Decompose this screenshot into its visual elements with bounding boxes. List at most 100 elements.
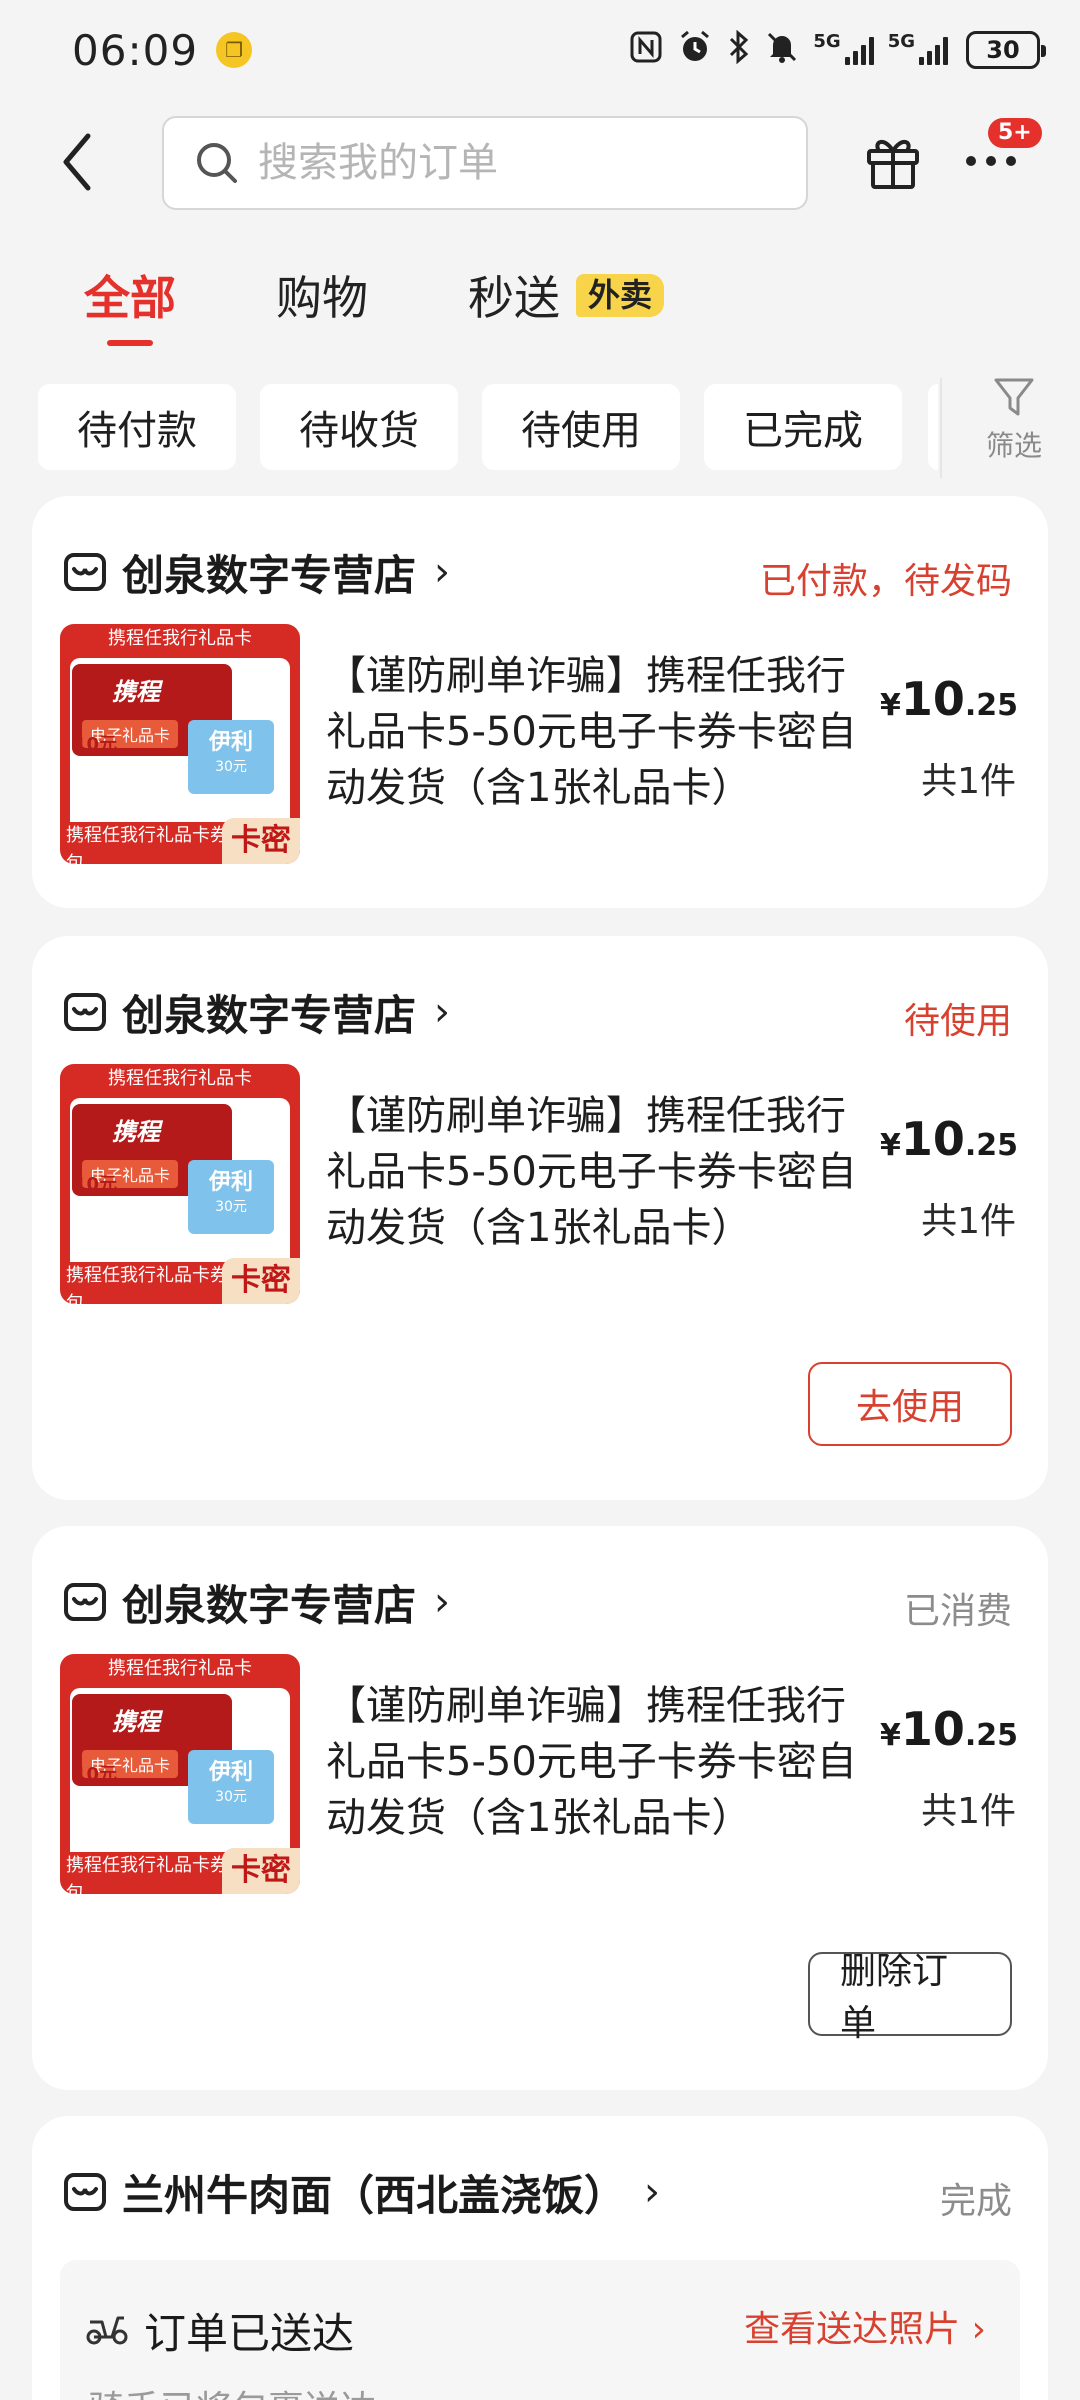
- price-decimal: .25: [964, 688, 1018, 723]
- chevron-right-icon: ›: [644, 2169, 661, 2215]
- search-input[interactable]: [258, 140, 778, 186]
- price-currency: ¥: [879, 1128, 901, 1163]
- more-dot-icon: [986, 156, 996, 166]
- thumb-voucher: 伊利 30元: [188, 1750, 274, 1824]
- gift-icon: [867, 140, 919, 189]
- signal-strength-2-icon: [919, 35, 948, 65]
- store-name: 创泉数字专营店: [122, 990, 417, 1040]
- filter-button[interactable]: 筛选: [966, 374, 1062, 484]
- order-card[interactable]: 创泉数字专营店 › 已消费 携程任我行礼品卡 携程 电子礼品卡 10元 伊利 3…: [32, 1526, 1048, 2090]
- takeout-badge: 外卖: [576, 274, 665, 318]
- order-status: 完成: [939, 2181, 1012, 2222]
- store-icon: [64, 553, 106, 591]
- thumb-brand: 携程: [112, 1118, 160, 1146]
- main-tabs: 全部 购物 秒送 外卖: [0, 252, 1080, 346]
- view-delivery-photo-link[interactable]: 查看送达照片 ›: [744, 2300, 986, 2352]
- filter-chip-overflow[interactable]: [928, 384, 938, 470]
- store-name: 创泉数字专营店: [122, 550, 417, 600]
- product-image[interactable]: 携程任我行礼品卡 携程 电子礼品卡 10元 伊利 30元 携程任我行礼品卡券包 …: [60, 1654, 300, 1894]
- search-icon: [197, 143, 237, 183]
- thumb-amount: 10元: [74, 1174, 118, 1195]
- back-button[interactable]: [48, 132, 108, 192]
- status-time: 06:09: [72, 25, 199, 75]
- thumb-voucher-sub: 30元: [215, 759, 247, 775]
- store-link[interactable]: 创泉数字专营店 ›: [62, 1574, 450, 1630]
- notification-count-badge: 5+: [988, 118, 1042, 148]
- tab-all[interactable]: 全部: [84, 262, 176, 346]
- order-card[interactable]: 创泉数字专营店 › 已付款，待发码 携程任我行礼品卡 携程 电子礼品卡 10元 …: [32, 496, 1048, 908]
- filter-chip-pending-payment[interactable]: 待付款: [38, 384, 236, 470]
- price-integer: 10: [900, 1112, 965, 1166]
- price-currency: ¥: [879, 688, 901, 723]
- more-dot-icon: [1006, 156, 1016, 166]
- thumb-voucher-sub: 30元: [215, 1789, 247, 1805]
- item-quantity: 共1件: [921, 1791, 1016, 1832]
- divider: [940, 378, 942, 478]
- delivery-status-box[interactable]: 订单已送达 查看送达照片 › 骑手已将包裹送达: [60, 2260, 1020, 2400]
- thumb-voucher: 伊利 30元: [188, 720, 274, 794]
- thumb-bottom-text: 携程任我行礼品卡券包: [60, 1262, 230, 1304]
- alarm-icon: [677, 29, 713, 71]
- store-icon: [64, 993, 106, 1031]
- price-integer: 10: [900, 672, 965, 726]
- thumb-brand: 携程: [112, 678, 160, 706]
- thumb-top-text: 携程任我行礼品卡: [108, 1658, 252, 1679]
- product-image[interactable]: 携程任我行礼品卡 携程 电子礼品卡 10元 伊利 30元 携程任我行礼品卡券包 …: [60, 1064, 300, 1304]
- price-decimal: .25: [964, 1718, 1018, 1753]
- store-link[interactable]: 创泉数字专营店 ›: [62, 544, 450, 600]
- tab-label: 购物: [276, 271, 368, 325]
- chevron-right-icon: ›: [434, 989, 451, 1035]
- price-integer: 10: [900, 1702, 965, 1756]
- app-notification-icon: ❐: [216, 32, 253, 68]
- nfc-icon: [629, 30, 663, 70]
- order-status: 已付款，待发码: [759, 561, 1012, 602]
- delivery-title: 订单已送达: [144, 2309, 355, 2358]
- order-card[interactable]: 创泉数字专营店 › 待使用 携程任我行礼品卡 携程 电子礼品卡 10元 伊利 3…: [32, 936, 1048, 1500]
- thumb-top-text: 携程任我行礼品卡: [108, 628, 252, 649]
- thumb-voucher: 伊利 30元: [188, 1160, 274, 1234]
- tab-instant-delivery[interactable]: 秒送: [468, 262, 560, 328]
- delete-order-button[interactable]: 删除订单: [808, 1951, 1012, 2044]
- product-title[interactable]: 【谨防刷单诈骗】携程任我行礼品卡5-50元电子卡券卡密自动发货（含1张礼品卡）: [326, 1088, 866, 1256]
- product-image[interactable]: 携程任我行礼品卡 携程 电子礼品卡 10元 伊利 30元 携程任我行礼品卡券包 …: [60, 624, 300, 864]
- back-arrow-icon: [63, 133, 91, 191]
- thumb-voucher-title: 伊利: [208, 1170, 253, 1195]
- filter-chip-pending-receipt[interactable]: 待收货: [260, 384, 458, 470]
- signal-strength-1-icon: [844, 35, 874, 65]
- tab-label: 全部: [84, 271, 176, 325]
- delivery-subtitle: 骑手已将包裹送达: [88, 2380, 376, 2400]
- filter-chip-completed[interactable]: 已完成: [704, 384, 902, 470]
- thumb-voucher-title: 伊利: [208, 730, 253, 755]
- scooter-icon: [86, 2316, 128, 2345]
- thumb-corner-label: 卡密: [222, 1258, 300, 1304]
- store-name: 创泉数字专营店: [122, 1580, 417, 1630]
- store-link[interactable]: 兰州牛肉面（西北盖浇饭） ›: [62, 2164, 660, 2220]
- item-quantity: 共1件: [921, 1201, 1016, 1242]
- item-quantity: 共1件: [921, 761, 1016, 802]
- use-button[interactable]: 去使用: [808, 1362, 1012, 1446]
- thumb-corner-label: 卡密: [222, 1848, 300, 1894]
- search-bar[interactable]: [162, 116, 808, 210]
- thumb-corner-label: 卡密: [222, 818, 300, 864]
- order-card[interactable]: 兰州牛肉面（西北盖浇饭） › 完成 订单已送达 查看送达照片 › 骑手已将包裹送…: [32, 2116, 1048, 2400]
- bluetooth-icon: [727, 29, 751, 70]
- store-link[interactable]: 创泉数字专营店 ›: [62, 984, 450, 1040]
- tab-shopping[interactable]: 购物: [276, 262, 368, 328]
- thumb-voucher-sub: 30元: [215, 1199, 247, 1215]
- price-currency: ¥: [879, 1718, 901, 1753]
- product-title[interactable]: 【谨防刷单诈骗】携程任我行礼品卡5-50元电子卡券卡密自动发货（含1张礼品卡）: [326, 1678, 866, 1846]
- filter-funnel-icon: [994, 378, 1034, 416]
- network-type-2: 5G: [887, 31, 915, 52]
- filter-chip-pending-use[interactable]: 待使用: [482, 384, 680, 470]
- delivery-link-label: 查看送达照片: [744, 2309, 961, 2350]
- active-tab-indicator: [107, 340, 153, 346]
- order-status: 待使用: [903, 1001, 1012, 1042]
- chevron-right-icon: ›: [971, 2309, 986, 2350]
- status-bar: 06:09 ❐ 5G 5G 30: [0, 0, 1080, 100]
- product-title[interactable]: 【谨防刷单诈骗】携程任我行礼品卡5-50元电子卡券卡密自动发货（含1张礼品卡）: [326, 648, 866, 816]
- price-decimal: .25: [964, 1128, 1018, 1163]
- order-status: 已消费: [903, 1591, 1012, 1632]
- header-bar: 5+: [0, 110, 1080, 214]
- thumb-bottom-text: 携程任我行礼品卡券包: [60, 1852, 230, 1894]
- gift-button[interactable]: [858, 126, 928, 196]
